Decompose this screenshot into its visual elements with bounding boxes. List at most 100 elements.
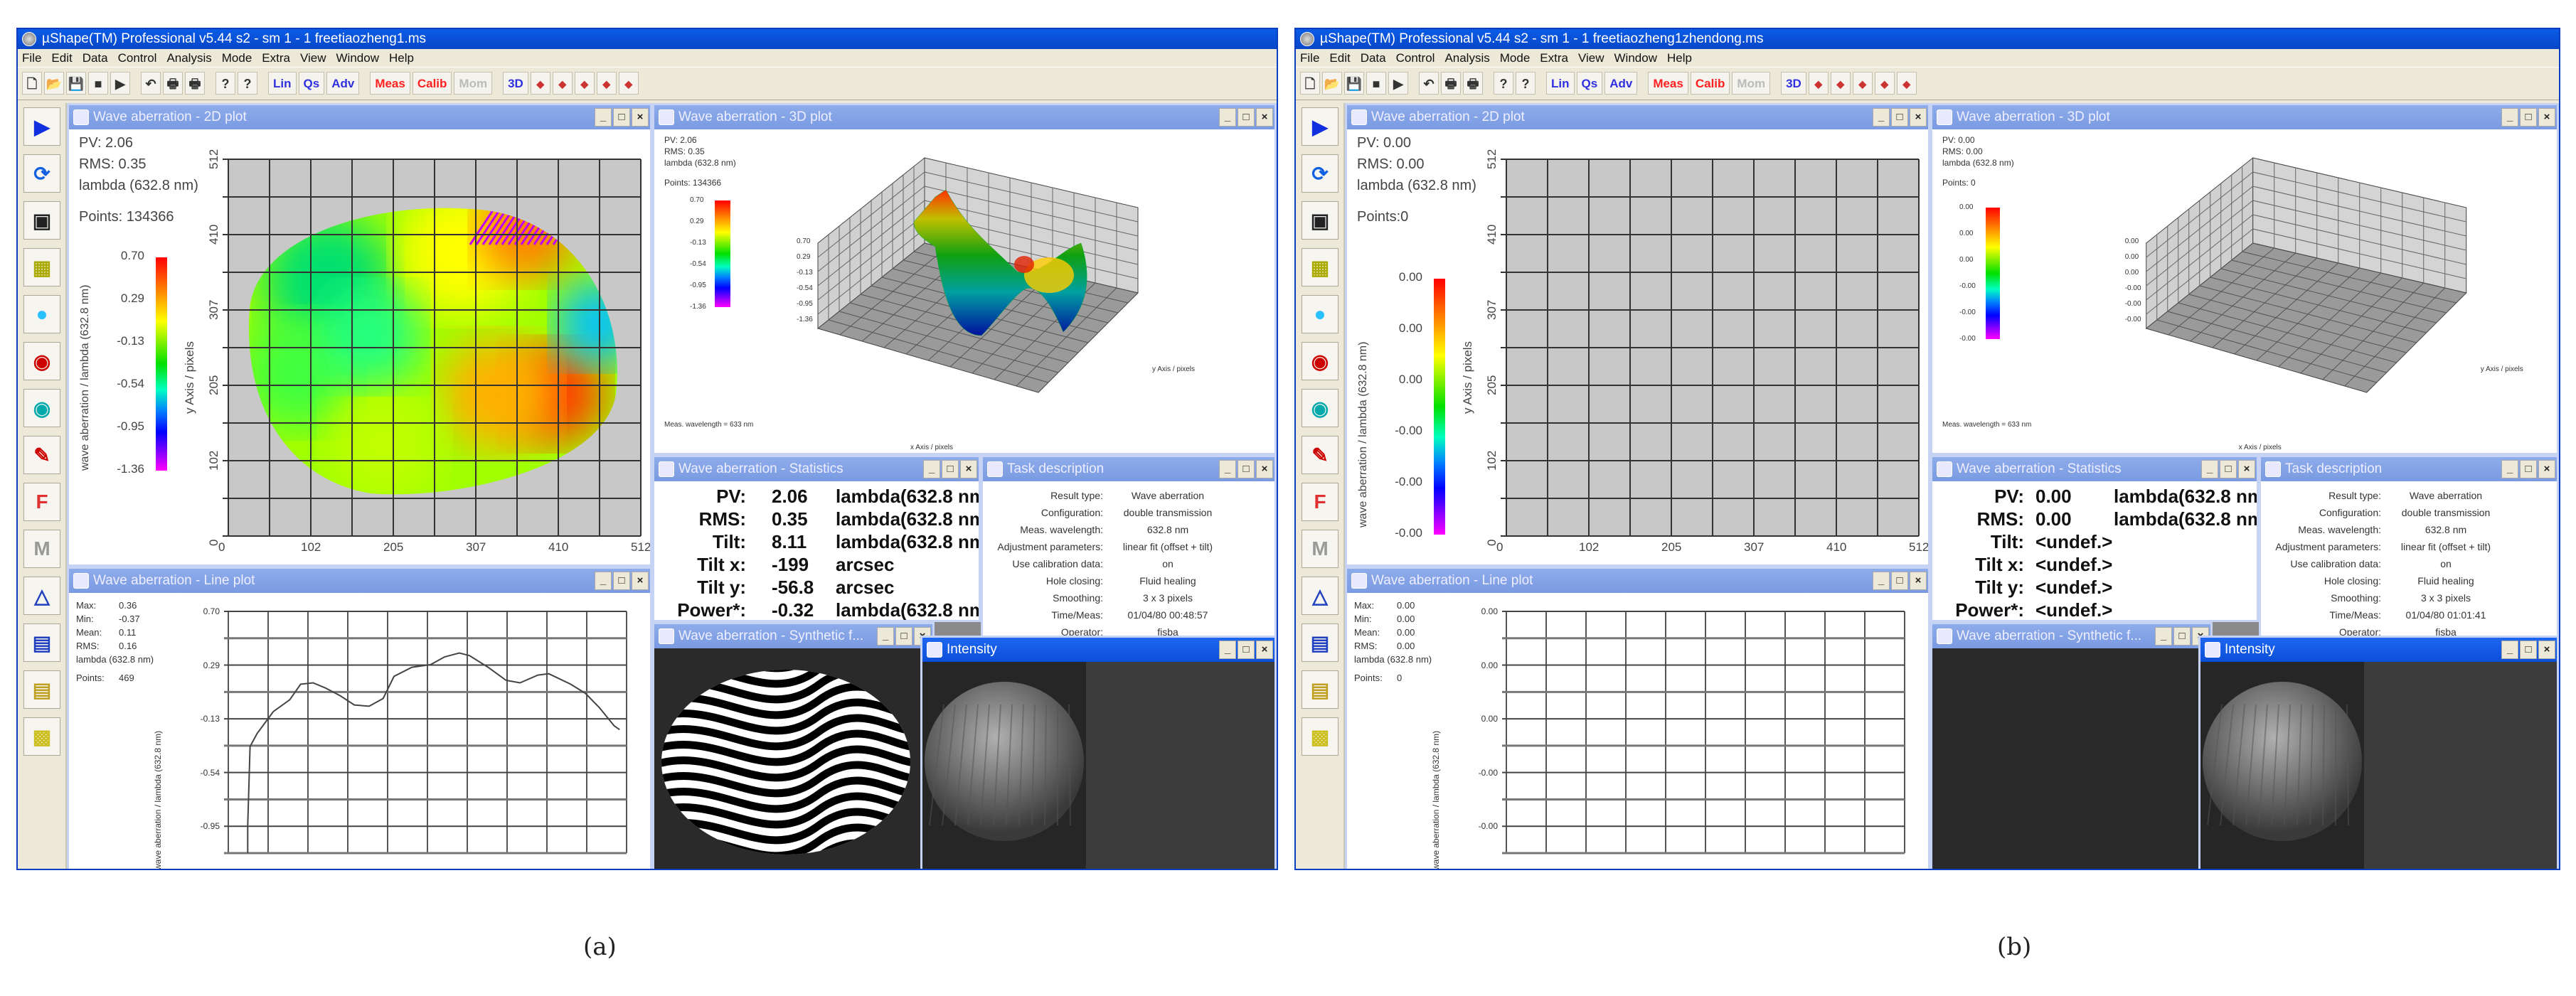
- menu-analysis[interactable]: Analysis: [1444, 51, 1489, 65]
- menu-window[interactable]: Window: [1614, 51, 1657, 65]
- close-button[interactable]: ×: [2538, 460, 2555, 478]
- lens-icon[interactable]: ●: [23, 295, 60, 333]
- toolbar-lin-button[interactable]: Lin: [268, 72, 297, 95]
- toolbar-calib-button[interactable]: Calib: [412, 72, 452, 95]
- fringe-icon[interactable]: ▦: [23, 248, 60, 287]
- maximize-button[interactable]: □: [2220, 460, 2237, 478]
- intensity-window-titlebar[interactable]: Intensity _ □ ×: [2200, 638, 2557, 662]
- flash-icon[interactable]: F: [1302, 483, 1338, 521]
- export-icon[interactable]: ▶: [1388, 72, 1408, 95]
- toolbar-mom-button[interactable]: Mom: [454, 72, 493, 95]
- minimize-button[interactable]: _: [2155, 627, 2172, 646]
- run-icon[interactable]: ▶: [23, 107, 60, 146]
- reset-icon[interactable]: ◆: [1852, 72, 1873, 95]
- menu-control[interactable]: Control: [1396, 51, 1435, 65]
- menu-edit[interactable]: Edit: [51, 51, 72, 65]
- minimize-button[interactable]: _: [1873, 572, 1890, 590]
- save-red-icon[interactable]: ■: [88, 72, 108, 95]
- toolbar-mom-button[interactable]: Mom: [1732, 72, 1771, 95]
- maximize-button[interactable]: □: [2520, 460, 2537, 478]
- save-icon[interactable]: 💾: [66, 72, 86, 95]
- task-description-window-titlebar[interactable]: Task description _ □ ×: [983, 457, 1274, 481]
- toolbar-lin-button[interactable]: Lin: [1546, 72, 1575, 95]
- undo-icon[interactable]: ↶: [1419, 72, 1439, 95]
- camera-icon[interactable]: ▣: [1302, 201, 1338, 240]
- toolbar-adv-button[interactable]: Adv: [326, 72, 360, 95]
- print-icon[interactable]: 🖶: [1441, 72, 1461, 95]
- print-icon[interactable]: 🖶: [163, 72, 183, 95]
- minimize-button[interactable]: _: [1219, 460, 1236, 478]
- reset-icon[interactable]: ◆: [574, 72, 595, 95]
- lens-icon[interactable]: ●: [1302, 295, 1338, 333]
- pattern-icon[interactable]: ▩: [23, 717, 60, 756]
- toolbar-3d-button[interactable]: 3D: [503, 72, 528, 95]
- maximize-button[interactable]: □: [942, 460, 959, 478]
- menu-edit[interactable]: Edit: [1329, 51, 1350, 65]
- globe-icon[interactable]: ◉: [23, 389, 60, 427]
- menu-data[interactable]: Data: [1361, 51, 1386, 65]
- flash-icon[interactable]: F: [23, 483, 60, 521]
- toolbar-adv-button[interactable]: Adv: [1604, 72, 1638, 95]
- orbit-icon[interactable]: ◆: [1808, 72, 1829, 95]
- toolbar-3d-button[interactable]: 3D: [1781, 72, 1806, 95]
- stop-icon[interactable]: ◆: [1830, 72, 1851, 95]
- open-icon[interactable]: 📂: [1322, 72, 1342, 95]
- close-button[interactable]: ×: [2538, 641, 2555, 659]
- minimize-button[interactable]: _: [2501, 108, 2518, 127]
- toolbar-qs-button[interactable]: Qs: [1576, 72, 1603, 95]
- maximize-button[interactable]: □: [613, 572, 630, 590]
- maximize-button[interactable]: □: [895, 627, 912, 646]
- maximize-button[interactable]: □: [2173, 627, 2191, 646]
- menu-control[interactable]: Control: [118, 51, 157, 65]
- run-icon[interactable]: ▶: [1302, 107, 1338, 146]
- menu-file[interactable]: File: [1300, 51, 1319, 65]
- mst-icon[interactable]: M: [1302, 530, 1338, 568]
- menu-analysis[interactable]: Analysis: [166, 51, 211, 65]
- undo-icon[interactable]: ↶: [141, 72, 161, 95]
- intensity-window-titlebar[interactable]: Intensity _ □ ×: [922, 638, 1274, 662]
- new-file-icon[interactable]: 🗋: [22, 72, 42, 95]
- maximize-button[interactable]: □: [1238, 460, 1255, 478]
- triangle-icon[interactable]: △: [1302, 577, 1338, 615]
- toolbar-qs-button[interactable]: Qs: [298, 72, 325, 95]
- menu-data[interactable]: Data: [83, 51, 108, 65]
- menu-view[interactable]: View: [1578, 51, 1604, 65]
- minimize-button[interactable]: _: [1219, 108, 1236, 127]
- clipboard-icon[interactable]: ▤: [1302, 623, 1338, 662]
- synthetic-fringes-window-titlebar[interactable]: Wave aberration - Synthetic f..._□×: [1932, 624, 2210, 648]
- close-button[interactable]: ×: [632, 572, 649, 590]
- close-button[interactable]: ×: [632, 108, 649, 127]
- minimize-button[interactable]: _: [2501, 641, 2518, 659]
- repeat-icon[interactable]: ⟳: [1302, 154, 1338, 193]
- toolbar-calib-button[interactable]: Calib: [1690, 72, 1730, 95]
- probe-icon[interactable]: ✎: [23, 436, 60, 474]
- context-help-icon[interactable]: ?: [238, 72, 257, 95]
- maximize-button[interactable]: □: [2520, 108, 2537, 127]
- probe-icon[interactable]: ✎: [1302, 436, 1338, 474]
- menu-view[interactable]: View: [300, 51, 326, 65]
- task-description-window-titlebar[interactable]: Task description _ □ ×: [2261, 457, 2557, 481]
- clipboard-z-icon[interactable]: ▤: [23, 670, 60, 709]
- refresh-icon[interactable]: ◆: [1896, 72, 1917, 95]
- print-preview-icon[interactable]: 🖶: [185, 72, 205, 95]
- close-button[interactable]: ×: [1256, 460, 1273, 478]
- print-preview-icon[interactable]: 🖶: [1463, 72, 1483, 95]
- minimize-button[interactable]: _: [2201, 460, 2218, 478]
- close-button[interactable]: ×: [1910, 108, 1927, 127]
- help-icon[interactable]: ?: [1494, 72, 1513, 95]
- repeat-icon[interactable]: ⟳: [23, 154, 60, 193]
- close-button[interactable]: ×: [960, 460, 977, 478]
- globe-icon[interactable]: ◉: [1302, 389, 1338, 427]
- fringe-icon[interactable]: ▦: [1302, 248, 1338, 287]
- save-red-icon[interactable]: ■: [1366, 72, 1386, 95]
- minimize-button[interactable]: _: [1873, 108, 1890, 127]
- maximize-button[interactable]: □: [2520, 641, 2537, 659]
- close-button[interactable]: ×: [1256, 641, 1273, 659]
- minimize-button[interactable]: _: [1219, 641, 1236, 659]
- orbit-icon[interactable]: ◆: [530, 72, 550, 95]
- close-button[interactable]: ×: [2238, 460, 2255, 478]
- clipboard-icon[interactable]: ▤: [23, 623, 60, 662]
- menu-mode[interactable]: Mode: [1500, 51, 1531, 65]
- maximize-button[interactable]: □: [1891, 108, 1908, 127]
- menu-help[interactable]: Help: [389, 51, 414, 65]
